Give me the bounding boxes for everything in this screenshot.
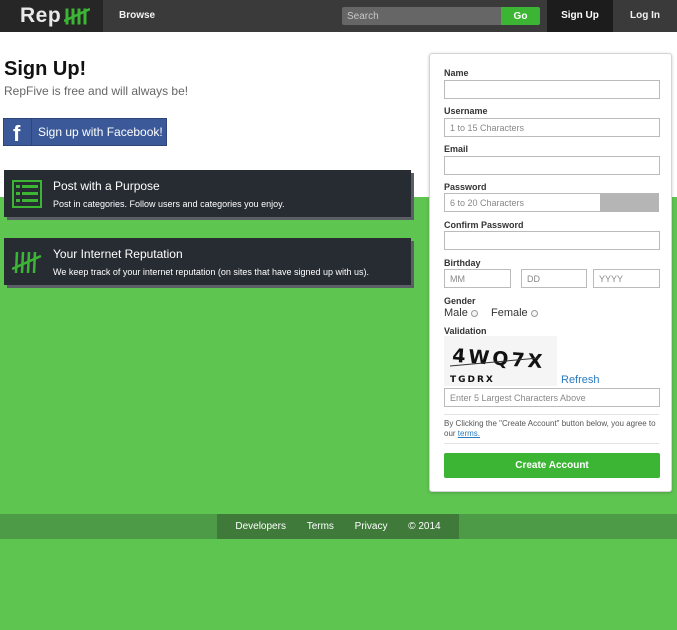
nav-browse-link[interactable]: Browse bbox=[119, 10, 155, 21]
password-strength-meter bbox=[600, 193, 659, 212]
page-subtitle: RepFive is free and will always be! bbox=[4, 84, 189, 98]
facebook-signup-label: Sign up with Facebook! bbox=[38, 125, 163, 139]
list-icon bbox=[12, 180, 42, 208]
feature-description: Post in categories. Follow users and cat… bbox=[53, 199, 285, 209]
confirm-password-field[interactable] bbox=[444, 231, 660, 250]
facebook-signup-button[interactable]: f Sign up with Facebook! bbox=[3, 118, 167, 146]
name-label: Name bbox=[444, 68, 469, 78]
gender-female-radio[interactable] bbox=[530, 309, 538, 317]
name-field[interactable] bbox=[444, 80, 660, 99]
feature-card-post-purpose: Post with a Purpose Post in categories. … bbox=[4, 170, 411, 217]
gender-female-option[interactable]: Female bbox=[491, 307, 538, 319]
username-field[interactable] bbox=[444, 118, 660, 137]
confirm-password-label: Confirm Password bbox=[444, 220, 524, 230]
password-label: Password bbox=[444, 182, 487, 192]
footer: Developers Terms Privacy © 2014 bbox=[217, 514, 459, 539]
captcha-field[interactable] bbox=[444, 388, 660, 407]
captcha-small-text: TGDRX bbox=[450, 375, 495, 385]
facebook-icon: f bbox=[4, 119, 32, 146]
footer-terms-link[interactable]: Terms bbox=[307, 521, 334, 532]
gender-male-label: Male bbox=[444, 307, 468, 319]
captcha-image: 4WQ7X TGDRX bbox=[444, 336, 557, 386]
tally-icon bbox=[12, 251, 42, 274]
divider bbox=[444, 443, 659, 444]
footer-privacy-link[interactable]: Privacy bbox=[355, 521, 388, 532]
email-label: Email bbox=[444, 144, 469, 154]
gender-label: Gender bbox=[444, 296, 476, 306]
terms-link[interactable]: terms. bbox=[458, 429, 480, 438]
gender-female-label: Female bbox=[491, 307, 528, 319]
divider bbox=[444, 414, 659, 415]
gender-male-radio[interactable] bbox=[470, 309, 478, 317]
captcha-refresh-link[interactable]: Refresh bbox=[561, 374, 600, 386]
search-input[interactable] bbox=[342, 7, 501, 25]
footer-developers-link[interactable]: Developers bbox=[235, 521, 286, 532]
feature-title: Post with a Purpose bbox=[53, 179, 160, 193]
feature-title: Your Internet Reputation bbox=[53, 247, 183, 261]
login-tab[interactable]: Log In bbox=[613, 0, 677, 32]
logo-tally-icon bbox=[64, 7, 90, 25]
top-navbar: Rep Browse Go Sign Up Log In bbox=[0, 0, 677, 32]
signup-tab[interactable]: Sign Up bbox=[547, 0, 613, 32]
create-account-button[interactable]: Create Account bbox=[444, 453, 660, 478]
footer-copyright: © 2014 bbox=[408, 521, 441, 532]
feature-description: We keep track of your internet reputatio… bbox=[53, 267, 370, 277]
logo[interactable]: Rep bbox=[0, 0, 103, 32]
birthday-month-field[interactable] bbox=[444, 269, 511, 288]
signup-form-card: Name Username Email Password Confirm Pas… bbox=[429, 53, 672, 492]
birthday-day-field[interactable] bbox=[521, 269, 587, 288]
logo-text: Rep bbox=[20, 4, 62, 27]
validation-label: Validation bbox=[444, 326, 487, 336]
search-go-button[interactable]: Go bbox=[501, 7, 540, 25]
birthday-year-field[interactable] bbox=[593, 269, 660, 288]
password-field[interactable] bbox=[444, 193, 601, 212]
birthday-label: Birthday bbox=[444, 258, 481, 268]
email-field[interactable] bbox=[444, 156, 660, 175]
page-title: Sign Up! bbox=[4, 58, 87, 80]
username-label: Username bbox=[444, 106, 488, 116]
feature-card-internet-reputation: Your Internet Reputation We keep track o… bbox=[4, 238, 411, 285]
terms-notice: By Clicking the "Create Account" button … bbox=[444, 419, 662, 439]
gender-male-option[interactable]: Male bbox=[444, 307, 478, 319]
